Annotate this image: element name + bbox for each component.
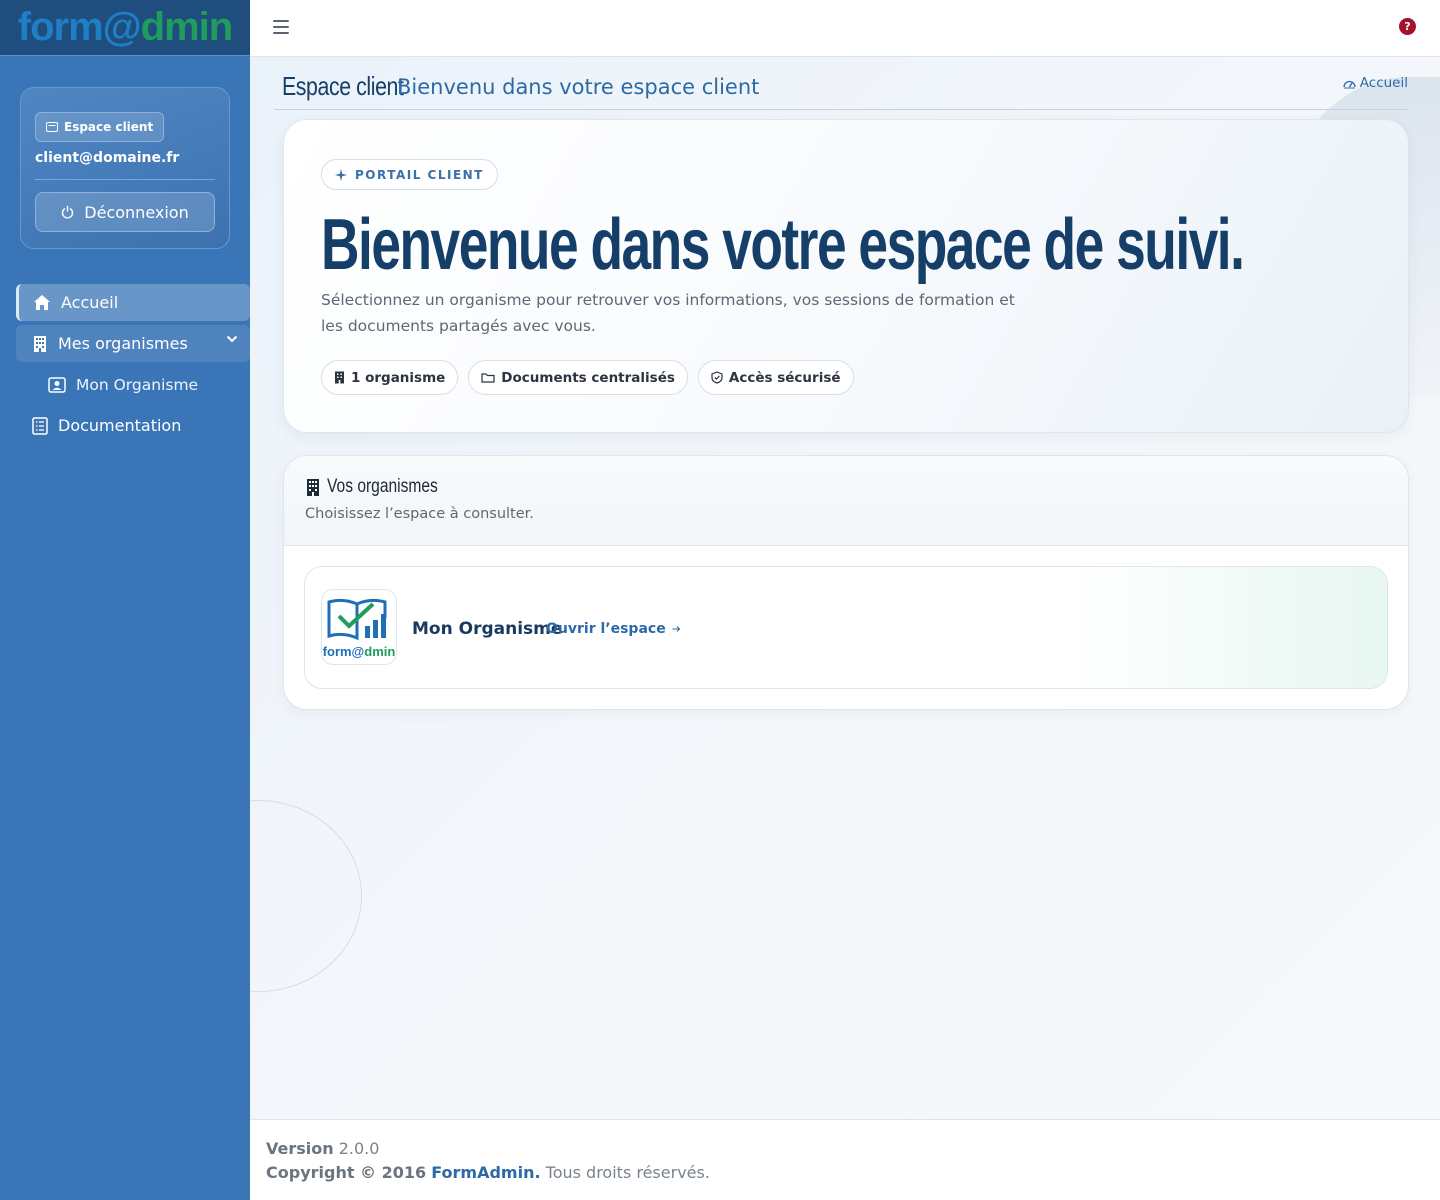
breadcrumb[interactable]: Accueil [1343,75,1408,91]
sidebar-item-label: Mon Organisme [76,375,199,394]
dashboard-icon [1343,80,1356,88]
divider [35,179,215,180]
brand-part1: form@ [17,5,142,49]
tag-label: Documents centralisés [501,369,675,386]
open-space-label: Ouvrir l’espace [546,621,666,637]
person-square-icon [48,376,66,393]
hero-pill: PORTAIL CLIENT [321,159,498,190]
arrow-right-icon [672,626,680,632]
shield-check-icon [711,371,723,384]
organisms-title: Vos organismes [305,476,1387,498]
hero-card: PORTAIL CLIENT Bienvenue dans votre espa… [283,119,1409,433]
document-list-icon [32,416,48,435]
tag-securite: Accès sécurisé [697,360,854,395]
menu-toggle-icon[interactable] [273,20,289,34]
organism-logo-part1: form@ [322,643,365,659]
book-chart-icon [327,598,387,640]
organisms-card: Vos organismes Choisissez l’espace à con… [283,455,1409,710]
copyright-text: Copyright © 2016 [266,1163,427,1182]
background-circle [250,800,362,992]
user-email: client@domaine.fr [35,150,180,166]
chevron-down-icon [226,335,238,343]
building-icon [307,478,319,496]
user-badge: Espace client [35,112,165,142]
building-icon [335,371,344,384]
page-header: Espace client Bienvenu dans votre espace… [274,57,1408,110]
user-badge-label: Espace client [64,120,154,134]
organisms-subtitle: Choisissez l’espace à consulter. [305,506,534,522]
tag-organisme: 1 organisme [321,360,459,395]
topbar: ? [250,0,1440,57]
hero-title: Bienvenue dans votre espace de suivi. [321,205,1245,285]
sidebar-item-mon-organisme[interactable]: Mon Organisme [16,366,250,403]
organisms-header: Vos organismes Choisissez l’espace à con… [284,456,1408,546]
page-title: Espace client [282,71,404,101]
sidebar-item-mes-organismes[interactable]: Mes organismes [16,325,250,362]
company-link[interactable]: FormAdmin. [431,1163,540,1182]
sparkle-icon [335,168,347,181]
logout-button[interactable]: Déconnexion [35,192,215,232]
brand-part2: dmin [140,5,234,49]
user-card: Espace client client@domaine.fr Déconnex… [20,87,230,249]
id-card-icon [46,122,58,132]
tag-label: Accès sécurisé [728,369,841,386]
sidebar-item-label: Accueil [61,293,119,312]
version-value: 2.0.0 [338,1139,380,1158]
hero-pill-label: PORTAIL CLIENT [355,167,484,182]
organism-logo-part2: dmin [364,643,396,659]
brand-logo[interactable]: form@dmin [0,0,250,56]
sidebar-item-accueil[interactable]: Accueil [16,284,250,321]
organism-logo: form@dmin [321,589,397,665]
home-icon [34,295,50,310]
footer: Version 2.0.0 Copyright © 2016 FormAdmin… [250,1119,1440,1200]
organism-name: Mon Organisme [412,619,563,639]
logout-label: Déconnexion [84,202,189,222]
version-line: Version 2.0.0 [266,1137,1424,1161]
page-subtitle: Bienvenu dans votre espace client [397,75,760,99]
hero-description-line2: les documents partagés avec vous. [321,317,596,335]
sidebar: form@dmin Espace client client@domaine.f… [0,0,250,1200]
open-space-link[interactable]: Ouvrir l’espace [546,621,681,637]
main-content: Espace client Bienvenu dans votre espace… [250,57,1440,1119]
hero-description-line1: Sélectionnez un organisme pour retrouver… [321,291,1015,309]
rights-text: Tous droits réservés. [545,1163,710,1182]
folder-icon [481,373,495,383]
help-icon[interactable]: ? [1399,18,1416,35]
copyright-line: Copyright © 2016 FormAdmin. Tous droits … [266,1161,1424,1185]
sidebar-item-label: Mes organismes [58,334,188,353]
organism-card[interactable]: form@dmin Mon Organisme Ouvrir l’espace [304,566,1388,689]
hero-description: Sélectionnez un organisme pour retrouver… [321,287,1041,339]
sidebar-item-label: Documentation [58,416,182,435]
organisms-title-label: Vos organismes [327,476,438,497]
version-label: Version [266,1139,334,1158]
sidebar-item-documentation[interactable]: Documentation [16,407,250,444]
sidebar-nav: Accueil Mes organismes Mon Organisme Doc… [16,284,250,448]
building-icon [34,335,46,352]
tag-documents: Documents centralisés [468,360,688,395]
breadcrumb-label: Accueil [1359,75,1408,91]
tag-label: 1 organisme [351,369,446,386]
hero-tags: 1 organisme Documents centralisés Accès … [321,360,854,395]
power-icon [62,206,74,219]
